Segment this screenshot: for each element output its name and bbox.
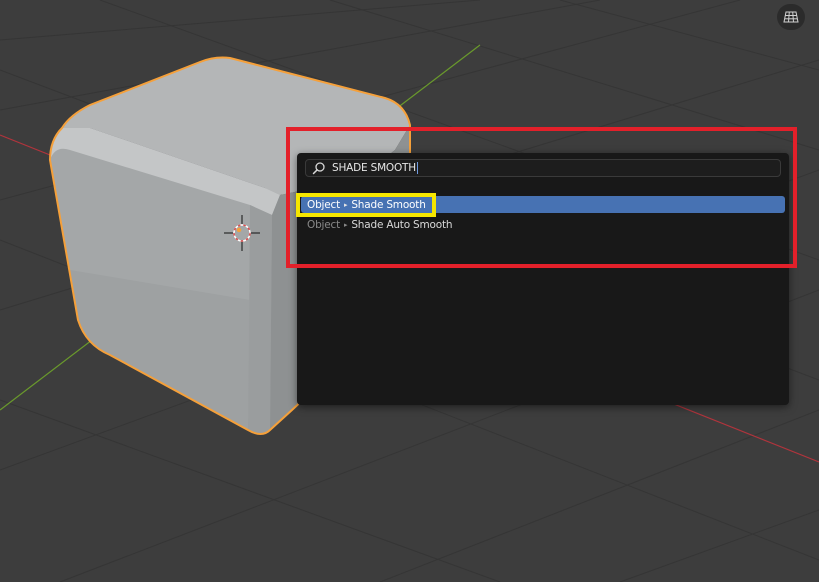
search-input[interactable]: SHADE SMOOTH <box>328 160 418 176</box>
search-field[interactable]: SHADE SMOOTH <box>305 159 781 177</box>
3d-viewport[interactable]: SHADE SMOOTH Object ▸ Shade Smooth Objec… <box>0 0 819 582</box>
wireframe-grid-icon <box>783 11 799 23</box>
text-caret <box>416 162 418 174</box>
search-result-shade-smooth[interactable]: Object ▸ Shade Smooth <box>301 196 785 213</box>
search-result-shade-auto-smooth[interactable]: Object ▸ Shade Auto Smooth <box>301 216 785 233</box>
result-category: Object <box>307 198 340 211</box>
viewport-gizmo-button[interactable] <box>777 4 805 30</box>
breadcrumb-arrow-icon: ▸ <box>344 220 348 229</box>
operator-search-menu: SHADE SMOOTH Object ▸ Shade Smooth Objec… <box>297 153 789 405</box>
result-label: Shade Auto Smooth <box>351 218 453 231</box>
result-category: Object <box>307 218 340 231</box>
result-label: Shade Smooth <box>351 198 426 211</box>
search-query-text: SHADE SMOOTH <box>332 162 416 174</box>
breadcrumb-arrow-icon: ▸ <box>344 200 348 209</box>
magnifier-icon <box>310 160 328 176</box>
